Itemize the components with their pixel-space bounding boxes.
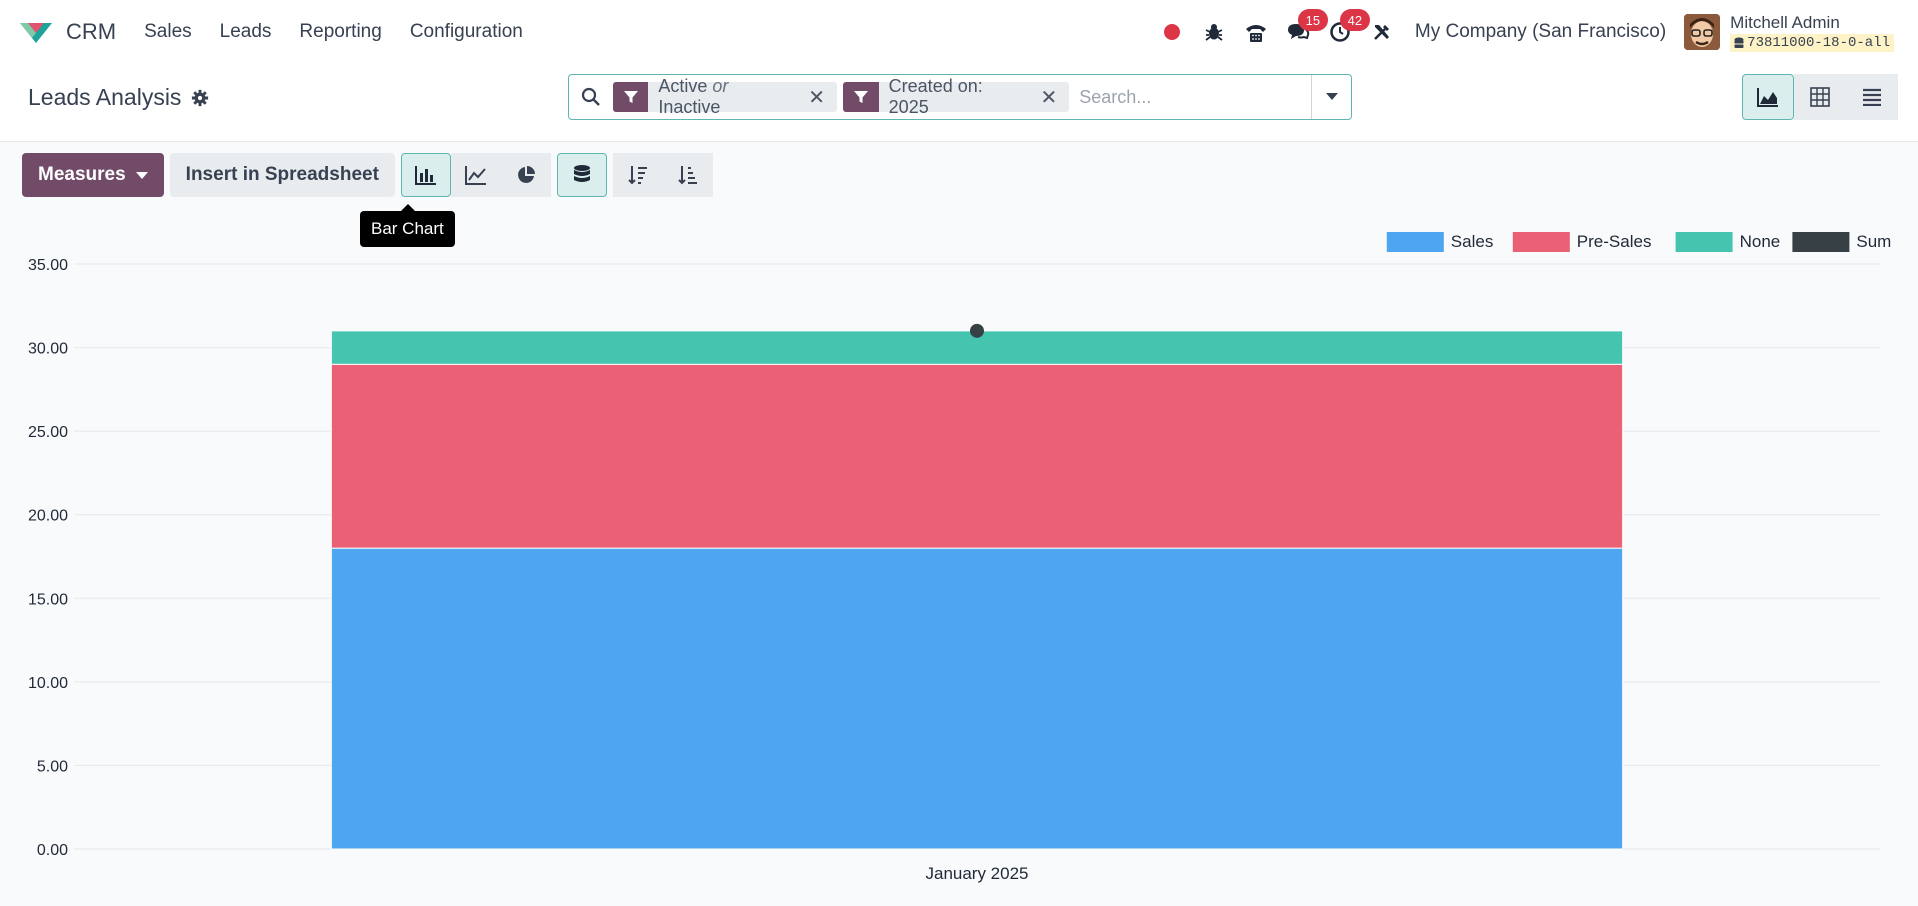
app-name: CRM [66, 19, 117, 44]
user-avatar [1684, 14, 1721, 50]
chart-type-group [400, 153, 551, 197]
sort-ascending-icon [678, 166, 697, 185]
caret-down-icon [135, 171, 148, 179]
sort-group [612, 153, 713, 197]
sum-point[interactable] [970, 323, 984, 338]
legend-swatch[interactable] [1675, 232, 1733, 252]
sort-descending-button[interactable] [612, 153, 663, 197]
bar-pre-sales[interactable] [330, 363, 1624, 549]
activities-button[interactable]: 42 [1322, 9, 1370, 50]
messages-button[interactable]: 15 [1280, 9, 1328, 50]
phone-icon [1245, 25, 1266, 42]
menu-configuration[interactable]: Configuration [396, 21, 537, 43]
bar-sales[interactable] [330, 547, 1624, 850]
y-tick-label: 10.00 [28, 675, 68, 692]
search-input[interactable] [1075, 77, 1312, 117]
menu-sales[interactable]: Sales [130, 21, 206, 43]
company-switcher[interactable]: My Company (San Francisco) [1415, 21, 1666, 43]
facet-remove-button[interactable]: ✕ [804, 85, 837, 110]
measures-button[interactable]: Measures [22, 153, 164, 197]
legend-swatch[interactable] [1512, 232, 1570, 252]
y-tick-label: 0.00 [37, 842, 68, 859]
pivot-view-button[interactable] [1794, 74, 1846, 120]
legend-swatch[interactable] [1386, 232, 1444, 252]
filter-facet-created: Created on: 2025 ✕ [843, 76, 1070, 117]
tools-icon [1373, 25, 1389, 40]
bug-icon [1205, 24, 1223, 41]
line-chart-button[interactable] [450, 153, 501, 197]
filter-icon [612, 82, 649, 112]
menu-leads[interactable]: Leads [206, 21, 286, 43]
systray: 15 42 My Company (San Francisco) Mitchel… [1151, 0, 1918, 64]
sort-descending-icon [628, 166, 647, 185]
user-info: Mitchell Admin 73811000-18-0-all [1730, 13, 1894, 52]
settings-tools-button[interactable] [1364, 14, 1400, 50]
legend-label: Sum [1856, 232, 1891, 251]
stacked-button[interactable] [556, 153, 607, 197]
page-title: Leads Analysis [28, 84, 182, 110]
bar-chart-button[interactable] [400, 153, 451, 197]
y-tick-label: 5.00 [37, 758, 68, 775]
facet-label: Active or Inactive [658, 76, 729, 117]
menu-reporting[interactable]: Reporting [285, 21, 395, 43]
legend-label: Sales [1451, 232, 1494, 251]
y-tick-label: 15.00 [28, 591, 68, 608]
facet-label: Created on: 2025 [888, 76, 983, 117]
line-chart-icon [464, 166, 486, 185]
facet-remove-button[interactable]: ✕ [1037, 85, 1070, 110]
legend-label: None [1740, 232, 1781, 251]
x-tick-label: January 2025 [925, 864, 1028, 883]
gear-icon[interactable] [191, 89, 209, 107]
y-tick-label: 35.00 [28, 257, 68, 274]
list-view-button[interactable] [1846, 74, 1898, 120]
graph-view-button[interactable] [1742, 74, 1794, 120]
y-tick-label: 25.00 [28, 424, 68, 441]
insert-spreadsheet-button[interactable]: Insert in Spreadsheet [169, 153, 395, 197]
voip-button[interactable] [1238, 14, 1274, 50]
caret-down-icon [1325, 93, 1338, 100]
filter-icon [843, 82, 879, 112]
leads-bar-chart: 0.00 5.00 10.00 15.00 20.00 25.00 30.00 35.00 Ja… [28, 232, 1891, 883]
user-menu[interactable]: Mitchell Admin 73811000-18-0-all [1684, 13, 1894, 52]
search-bar: Active or Inactive ✕ Created on: 2025 ✕ [568, 74, 1352, 120]
app-brand[interactable]: CRM [18, 19, 116, 45]
user-name: Mitchell Admin [1730, 12, 1840, 32]
view-switcher [1742, 74, 1898, 120]
legend-label: Pre-Sales [1577, 232, 1652, 251]
database-icon [1734, 37, 1744, 48]
crm-logo-icon [20, 23, 52, 43]
pie-chart-button[interactable] [500, 153, 551, 197]
area-chart-icon [1757, 88, 1778, 107]
debug-button[interactable] [1196, 14, 1232, 50]
graph-toolbar: Measures Insert in Spreadsheet [22, 153, 713, 197]
table-icon [1810, 87, 1830, 107]
main-navbar: CRM Sales Leads Reporting Configuration [0, 0, 1918, 64]
search-icon[interactable] [569, 87, 613, 107]
main-menu: Sales Leads Reporting Configuration [130, 21, 537, 43]
list-icon [1863, 88, 1881, 106]
breadcrumb: Leads Analysis [28, 84, 209, 111]
search-options-toggle[interactable] [1311, 75, 1351, 119]
y-tick-label: 20.00 [28, 508, 68, 525]
sort-ascending-button[interactable] [662, 153, 713, 197]
filter-facet-active: Active or Inactive ✕ [612, 76, 837, 117]
y-tick-label: 30.00 [28, 341, 68, 358]
control-panel: Leads Analysis Active or Inactive ✕ Crea… [0, 64, 1918, 142]
database-stack-icon [573, 165, 590, 182]
chart-options-group [556, 153, 607, 197]
legend-swatch[interactable] [1792, 232, 1850, 252]
bar-chart-icon [414, 166, 436, 185]
pie-chart-icon [517, 166, 535, 183]
database-name: 73811000-18-0-all [1747, 34, 1890, 51]
database-badge: 73811000-18-0-all [1730, 33, 1894, 52]
recording-indicator[interactable] [1154, 14, 1190, 50]
measures-label: Measures [38, 164, 126, 185]
record-dot-icon [1163, 24, 1180, 40]
